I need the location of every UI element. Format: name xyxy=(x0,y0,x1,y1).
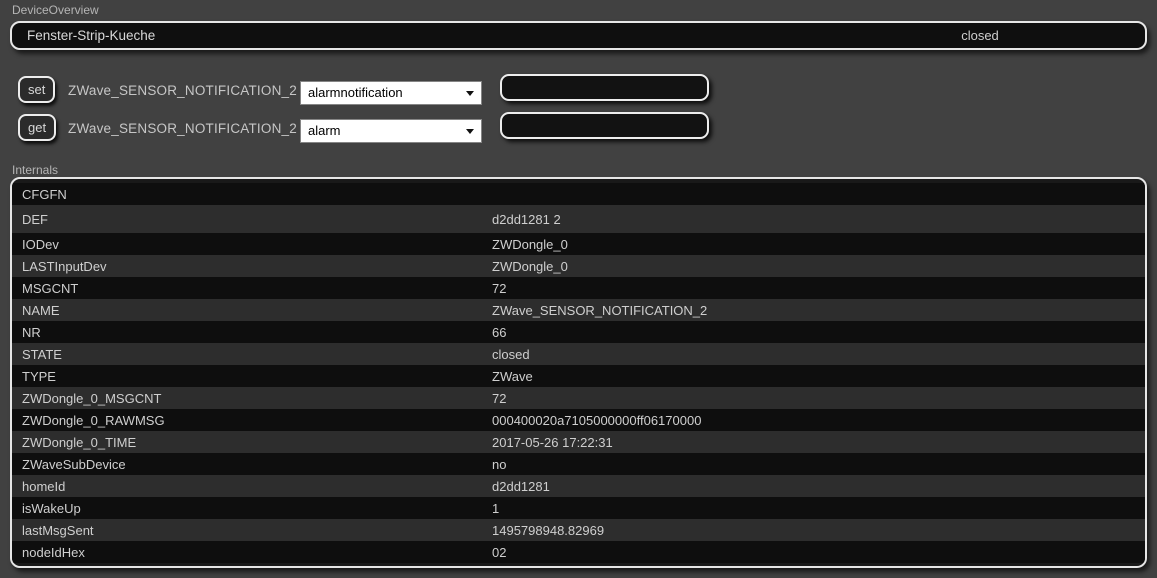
internals-row: ZWDongle_0_MSGCNT 72 xyxy=(12,387,1145,409)
internal-value: 000400020a7105000000ff06170000 xyxy=(492,412,702,428)
internals-row: homeId d2dd1281 xyxy=(12,475,1145,497)
internal-key: isWakeUp xyxy=(22,500,81,516)
argument-input[interactable] xyxy=(500,74,709,101)
command-dropdown[interactable]: alarm xyxy=(300,119,482,143)
internal-key: homeId xyxy=(22,478,66,494)
internal-key: ZWDongle_0_MSGCNT xyxy=(22,390,162,406)
command-button[interactable]: get xyxy=(18,114,57,141)
internal-value: d2dd1281 2 xyxy=(492,211,561,227)
internals-row: DEF d2dd1281 2 xyxy=(12,205,1145,233)
internals-row: MSGCNT 72 xyxy=(12,277,1145,299)
internal-value: ZWDongle_0 xyxy=(492,258,568,274)
internals-section-label: Internals xyxy=(12,163,59,177)
device-overview-row: Fenster-Strip-Kueche closed xyxy=(10,21,1147,50)
internal-key: NR xyxy=(22,324,41,340)
internals-table: CFGFN DEF d2dd1281 2 IODev ZWDongle_0 LA… xyxy=(10,177,1147,568)
internals-row: ZWaveSubDevice no xyxy=(12,453,1145,475)
internal-value: 2017-05-26 17:22:31 xyxy=(492,434,613,450)
internals-row: isWakeUp 1 xyxy=(12,497,1145,519)
dropdown-selected-value: alarm xyxy=(308,123,341,138)
device-name-link[interactable]: Fenster-Strip-Kueche xyxy=(12,28,815,43)
internal-key: ZWDongle_0_TIME xyxy=(22,434,137,450)
internal-value: 02 xyxy=(492,544,507,560)
command-controls: set ZWave_SENSOR_NOTIFICATION_2 alarmnot… xyxy=(18,74,838,152)
internal-key: STATE xyxy=(22,346,62,362)
command-row: set ZWave_SENSOR_NOTIFICATION_2 alarmnot… xyxy=(18,74,838,112)
internals-row: NAME ZWave_SENSOR_NOTIFICATION_2 xyxy=(12,299,1145,321)
internal-key: TYPE xyxy=(22,368,56,384)
command-button[interactable]: set xyxy=(18,76,56,103)
internal-value: 1 xyxy=(492,500,500,516)
internal-value: 72 xyxy=(492,390,507,406)
internal-value: ZWave xyxy=(492,368,533,384)
internal-value: d2dd1281 xyxy=(492,478,550,494)
internal-key: IODev xyxy=(22,236,59,252)
internal-key: MSGCNT xyxy=(22,280,79,296)
internals-row: LASTInputDev ZWDongle_0 xyxy=(12,255,1145,277)
internal-key: ZWDongle_0_RAWMSG xyxy=(22,412,165,428)
internal-key: ZWaveSubDevice xyxy=(22,456,126,472)
internals-row: NR 66 xyxy=(12,321,1145,343)
device-name-label: ZWave_SENSOR_NOTIFICATION_2 xyxy=(68,83,297,98)
internals-row: CFGFN xyxy=(12,183,1145,205)
internal-value: 66 xyxy=(492,324,507,340)
device-name-label: ZWave_SENSOR_NOTIFICATION_2 xyxy=(68,121,297,136)
chevron-down-icon xyxy=(466,91,474,96)
internals-row: TYPE ZWave xyxy=(12,365,1145,387)
internal-key: LASTInputDev xyxy=(22,258,107,274)
internal-key: lastMsgSent xyxy=(22,522,94,538)
internals-row: lastMsgSent 1495798948.82969 xyxy=(12,519,1145,541)
command-row: get ZWave_SENSOR_NOTIFICATION_2 alarm xyxy=(18,112,838,150)
internals-row: IODev ZWDongle_0 xyxy=(12,233,1145,255)
internal-value: 72 xyxy=(492,280,507,296)
command-dropdown[interactable]: alarmnotification xyxy=(300,81,482,105)
internal-key: nodeIdHex xyxy=(22,544,85,560)
internal-value: no xyxy=(492,456,507,472)
dropdown-selected-value: alarmnotification xyxy=(308,85,403,100)
internals-row: STATE closed xyxy=(12,343,1145,365)
internal-key: NAME xyxy=(22,302,60,318)
internal-key: CFGFN xyxy=(22,186,67,202)
internal-value: closed xyxy=(492,346,530,362)
device-overview-section-label: DeviceOverview xyxy=(12,3,99,17)
internal-value: 1495798948.82969 xyxy=(492,522,605,538)
argument-input[interactable] xyxy=(500,112,709,139)
internals-row: nodeIdHex 02 xyxy=(12,541,1145,563)
internal-value: ZWDongle_0 xyxy=(492,236,568,252)
device-state-value: closed xyxy=(961,28,999,43)
internal-value: ZWave_SENSOR_NOTIFICATION_2 xyxy=(492,302,708,318)
internal-key: DEF xyxy=(22,211,48,227)
internals-row: ZWDongle_0_TIME 2017-05-26 17:22:31 xyxy=(12,431,1145,453)
internals-row: ZWDongle_0_RAWMSG 000400020a7105000000ff… xyxy=(12,409,1145,431)
chevron-down-icon xyxy=(466,129,474,134)
